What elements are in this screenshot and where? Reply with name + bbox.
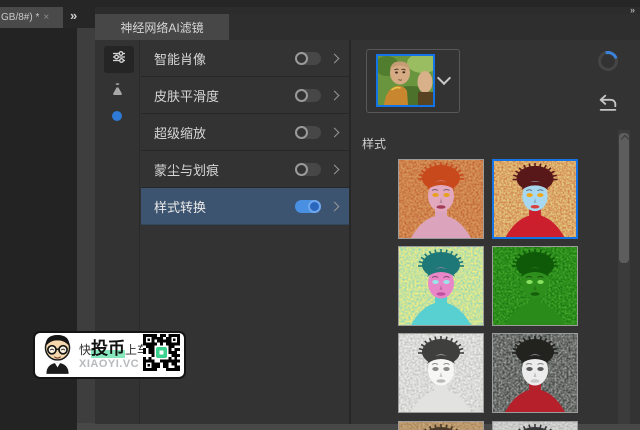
filter-row[interactable]: 样式转换	[141, 188, 349, 225]
reset-button[interactable]	[597, 92, 619, 114]
style-tan-blueface-red[interactable]	[492, 159, 578, 239]
panel-tab-neural-filters[interactable]: 神经网络AI滤镜	[95, 14, 229, 40]
reset-arrow-icon	[597, 94, 619, 118]
all-filters-button[interactable]	[104, 46, 134, 73]
filter-toggle[interactable]	[295, 162, 321, 176]
watermark-title: 快投币上车	[79, 338, 150, 358]
filter-label: 智能肖像	[154, 51, 207, 67]
filter-label: 样式转换	[154, 199, 207, 215]
qr-code	[143, 334, 180, 376]
panel-tab-bar: 神经网络AI滤镜	[95, 14, 640, 40]
toggle-knob	[295, 51, 308, 65]
panel-collapse-icon[interactable]: »	[630, 6, 635, 15]
chevron-right-icon	[329, 53, 340, 63]
watermark-banner: 快投币上车 XIAOYI.VC	[33, 331, 186, 379]
filter-toggle[interactable]	[295, 88, 321, 102]
style-cyan-pink-pop[interactable]	[398, 246, 484, 326]
avatar	[39, 332, 76, 379]
filter-row[interactable]: 智能肖像	[141, 40, 349, 77]
tabs-overflow-icon[interactable]: »	[70, 8, 77, 23]
status-dot-icon	[112, 111, 122, 121]
style-gray-ink[interactable]	[492, 421, 578, 430]
document-tab[interactable]: GB/8#) * ×	[0, 7, 63, 28]
chevron-right-icon	[329, 127, 340, 137]
chevron-up-icon	[620, 134, 630, 144]
beta-filters-button[interactable]	[107, 82, 127, 102]
toggle-knob	[295, 162, 308, 176]
filter-row[interactable]: 超级缩放	[141, 114, 349, 151]
filter-row[interactable]: 蒙尘与划痕	[141, 151, 349, 188]
flask-icon	[110, 82, 125, 102]
filter-label: 超级缩放	[154, 125, 207, 141]
sliders-icon	[111, 49, 127, 70]
source-image-selector[interactable]	[366, 49, 460, 113]
style-mosaic-orange-pink[interactable]	[398, 159, 484, 239]
chevron-right-icon	[329, 90, 340, 100]
filter-label: 皮肤平滑度	[154, 88, 220, 104]
filter-toggle[interactable]	[295, 199, 321, 213]
source-image-thumbnail[interactable]	[376, 54, 435, 107]
style-pencil-sketch[interactable]	[398, 333, 484, 413]
filter-toggle[interactable]	[295, 51, 321, 65]
close-icon[interactable]: ×	[43, 12, 49, 23]
style-section-label: 样式	[362, 137, 387, 151]
style-sepia[interactable]	[398, 421, 484, 430]
preview-pane: 样式	[351, 40, 640, 430]
style-green-mono[interactable]	[492, 246, 578, 326]
photoshop-window: GB/8#) * × » » 神经网络AI滤镜 智能肖像 皮肤平滑度 超级缩放 …	[0, 0, 640, 430]
chevron-right-icon	[329, 164, 340, 174]
chevron-down-icon	[436, 70, 452, 86]
scrollbar-thumb[interactable]	[619, 133, 630, 263]
document-tab-title: GB/8#) *	[1, 12, 40, 23]
watermark-url: XIAOYI.VC	[79, 358, 140, 371]
toggle-knob	[295, 125, 308, 139]
toggle-knob	[308, 199, 321, 213]
filter-row[interactable]: 皮肤平滑度	[141, 77, 349, 114]
filter-toggle[interactable]	[295, 125, 321, 139]
panel-header: »	[95, 6, 640, 15]
loading-spinner-icon	[594, 47, 622, 75]
chevron-right-icon	[329, 201, 340, 211]
filter-label: 蒙尘与划痕	[154, 162, 220, 178]
style-charcoal-red-neck[interactable]	[492, 333, 578, 413]
filter-list: 智能肖像 皮肤平滑度 超级缩放 蒙尘与划痕 样式转换	[141, 40, 349, 225]
toggle-knob	[295, 88, 308, 102]
scrollbar-track[interactable]	[618, 130, 630, 424]
